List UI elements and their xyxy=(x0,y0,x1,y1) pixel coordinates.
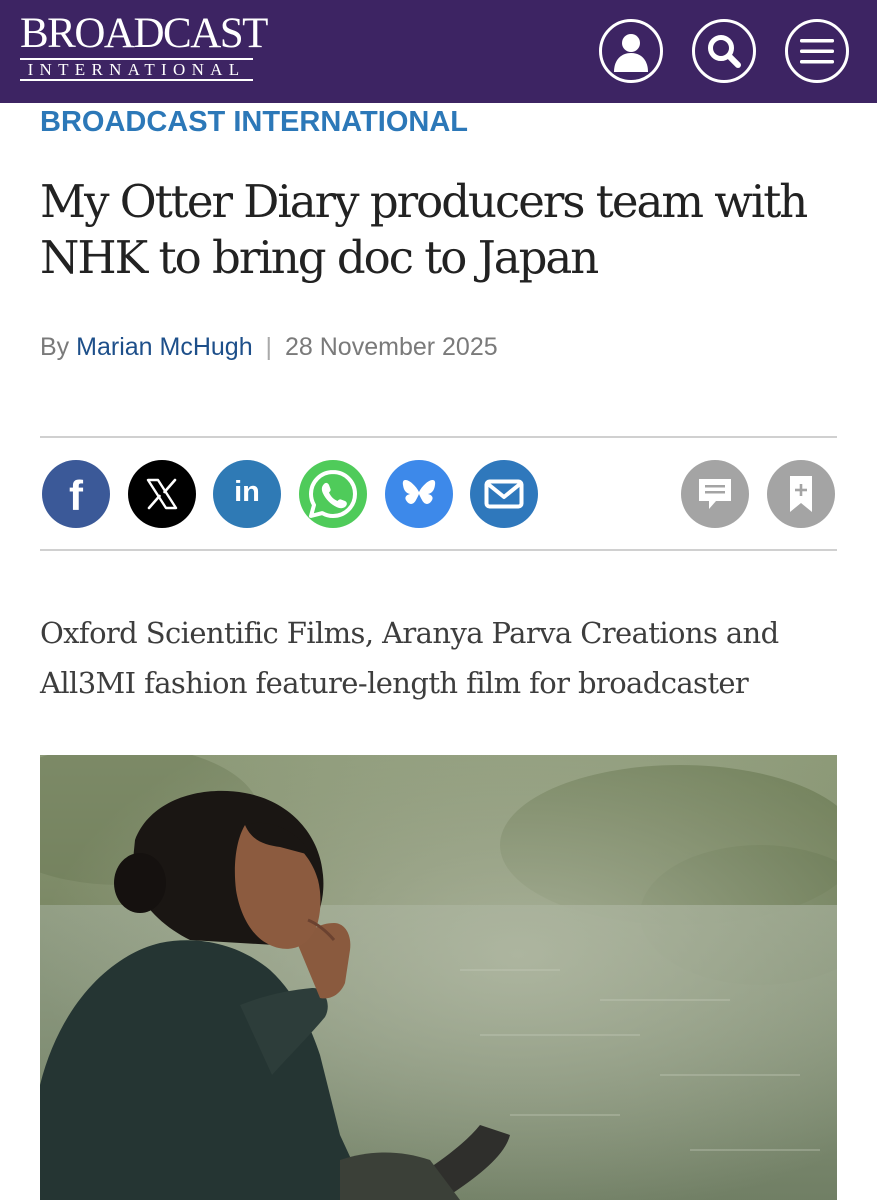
share-divider-bottom xyxy=(40,549,837,551)
author-link[interactable]: Marian McHugh xyxy=(76,333,252,361)
linkedin-icon: in xyxy=(234,476,260,508)
comments-button[interactable] xyxy=(681,460,749,528)
share-bluesky-button[interactable] xyxy=(385,460,453,528)
bookmark-button[interactable] xyxy=(767,460,835,528)
share-email-button[interactable] xyxy=(470,460,538,528)
account-icon xyxy=(614,34,648,72)
account-button[interactable] xyxy=(599,19,663,83)
whatsapp-icon xyxy=(309,470,357,518)
publish-date: 28 November 2025 xyxy=(285,333,498,361)
byline-prefix: By xyxy=(40,333,70,361)
byline-separator: | xyxy=(265,333,273,361)
byline: By Marian McHugh | 28 November 2025 xyxy=(40,333,498,362)
menu-icon xyxy=(800,39,834,64)
share-x-button[interactable] xyxy=(128,460,196,528)
logo-sub-text: INTERNATIONAL xyxy=(20,58,253,81)
share-whatsapp-button[interactable] xyxy=(299,460,367,528)
hero-image xyxy=(40,755,837,1200)
site-logo[interactable]: BROADCAST INTERNATIONAL xyxy=(20,10,268,81)
menu-button[interactable] xyxy=(785,19,849,83)
article-headline: My Otter Diary producers team with NHK t… xyxy=(40,175,808,284)
email-icon xyxy=(484,479,524,509)
x-icon xyxy=(146,478,178,510)
search-icon xyxy=(708,35,741,68)
section-label[interactable]: BROADCAST INTERNATIONAL xyxy=(40,106,468,139)
hero-image-illustration xyxy=(40,755,837,1200)
share-divider-top xyxy=(40,436,837,438)
bookmark-icon xyxy=(790,476,812,512)
search-button[interactable] xyxy=(692,19,756,83)
comment-icon xyxy=(699,479,731,509)
logo-main-text: BROADCAST xyxy=(20,10,268,57)
site-header: BROADCAST INTERNATIONAL xyxy=(0,0,877,103)
share-linkedin-button[interactable]: in xyxy=(213,460,281,528)
article-standfirst: Oxford Scientific Films, Aranya Parva Cr… xyxy=(40,616,779,700)
share-facebook-button[interactable]: f xyxy=(42,460,110,528)
bluesky-icon xyxy=(402,479,436,504)
facebook-icon: f xyxy=(69,472,83,519)
